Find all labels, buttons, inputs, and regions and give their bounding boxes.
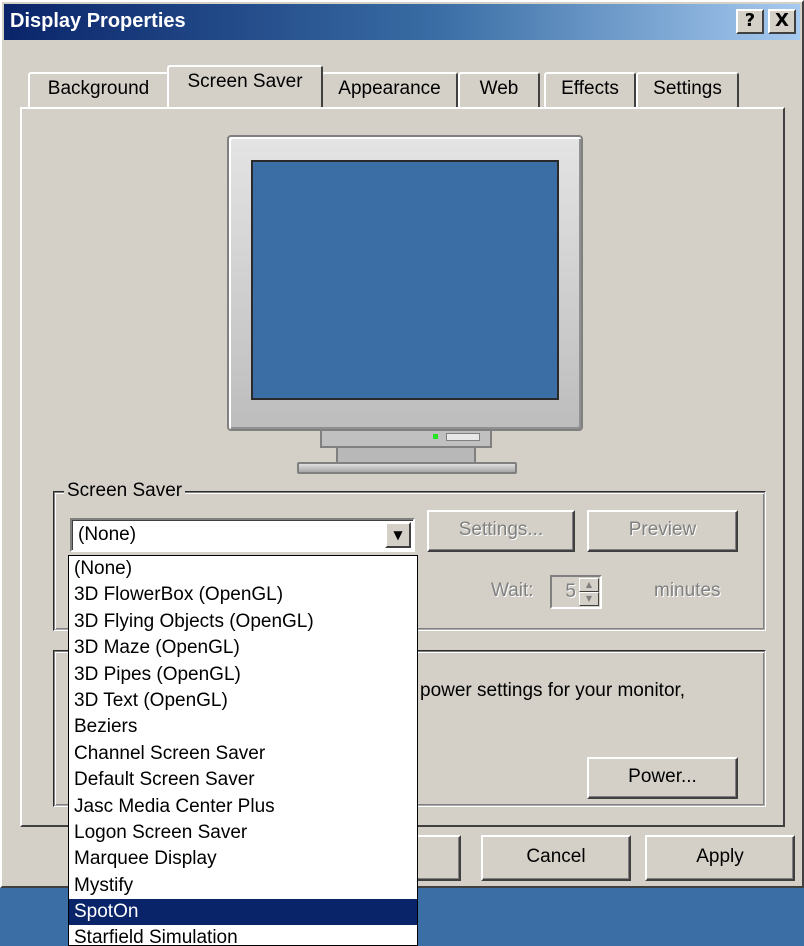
power-description: power settings for your monitor,: [420, 680, 686, 701]
list-item[interactable]: Jasc Media Center Plus: [69, 794, 417, 820]
list-item[interactable]: 3D FlowerBox (OpenGL): [69, 582, 417, 608]
wait-spinner[interactable]: 5 ▲ ▼: [550, 575, 602, 609]
wait-value: 5: [565, 581, 576, 602]
list-item[interactable]: 3D Maze (OpenGL): [69, 635, 417, 661]
list-item[interactable]: (None): [69, 556, 417, 582]
monitor-screen: [251, 160, 559, 400]
wait-spin-buttons[interactable]: ▲ ▼: [579, 578, 599, 606]
tab-settings[interactable]: Settings: [636, 72, 739, 107]
list-item[interactable]: Mystify: [69, 873, 417, 899]
list-item[interactable]: 3D Flying Objects (OpenGL): [69, 609, 417, 635]
list-item[interactable]: SpotOn: [69, 899, 417, 926]
apply-button[interactable]: Apply: [645, 835, 795, 881]
title-bar[interactable]: Display Properties ? X: [4, 4, 800, 40]
monitor-base: [297, 462, 517, 474]
tab-effects[interactable]: Effects: [544, 72, 636, 107]
preview-button[interactable]: Preview: [587, 510, 738, 552]
spin-down-icon[interactable]: ▼: [579, 592, 599, 606]
minutes-label: minutes: [654, 580, 721, 601]
spin-up-icon[interactable]: ▲: [579, 578, 599, 592]
dropdown-arrow-icon[interactable]: ▼: [385, 522, 411, 548]
screen-saver-group-text: Screen Saver: [67, 480, 183, 501]
list-item[interactable]: Beziers: [69, 714, 417, 740]
list-item[interactable]: Default Screen Saver: [69, 767, 417, 793]
close-button[interactable]: X: [768, 9, 796, 34]
power-button[interactable]: Power...: [587, 757, 738, 799]
list-item[interactable]: 3D Text (OpenGL): [69, 688, 417, 714]
monitor-post: [336, 448, 476, 462]
settings-button[interactable]: Settings...: [427, 510, 575, 552]
screen-saver-combobox[interactable]: (None) ▼: [70, 518, 415, 552]
list-item[interactable]: Starfield Simulation: [69, 925, 417, 945]
list-item[interactable]: Marquee Display: [69, 846, 417, 872]
screen-saver-group-label: Screen Saver: [64, 480, 186, 502]
screen-saver-selected-value: (None): [78, 524, 137, 545]
list-item[interactable]: Logon Screen Saver: [69, 820, 417, 846]
window-title: Display Properties: [10, 10, 186, 32]
list-item[interactable]: 3D Pipes (OpenGL): [69, 662, 417, 688]
cancel-button[interactable]: Cancel: [481, 835, 631, 881]
list-item[interactable]: Channel Screen Saver: [69, 741, 417, 767]
screen-saver-dropdown-list[interactable]: (None) 3D FlowerBox (OpenGL) 3D Flying Obj…: [68, 555, 418, 946]
help-button[interactable]: ?: [736, 9, 764, 34]
wait-label: Wait:: [491, 580, 534, 601]
tab-appearance[interactable]: Appearance: [321, 72, 458, 107]
tab-background[interactable]: Background: [28, 72, 169, 107]
tab-web[interactable]: Web: [458, 72, 540, 107]
tab-screen-saver[interactable]: Screen Saver: [167, 65, 323, 107]
power-led-icon: [433, 434, 438, 439]
monitor-button-icon: [446, 433, 480, 441]
